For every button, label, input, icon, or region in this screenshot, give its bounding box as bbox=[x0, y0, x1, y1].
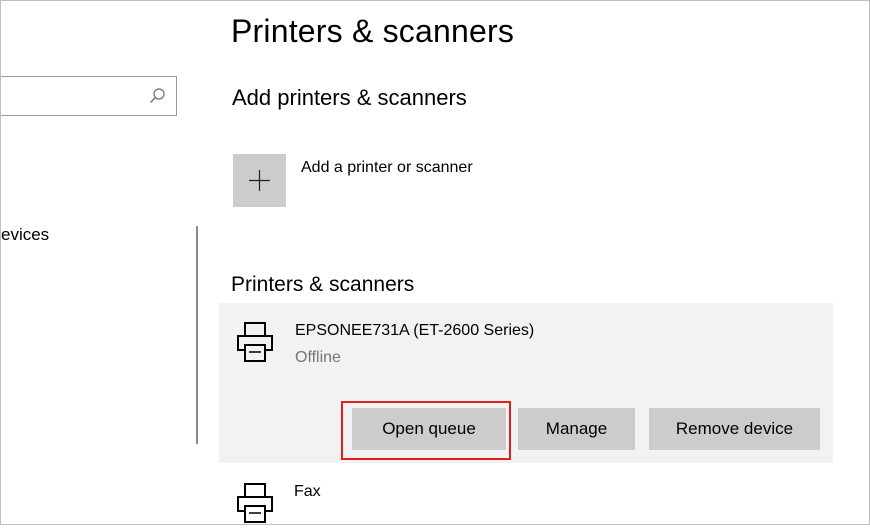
printer-icon bbox=[237, 322, 273, 369]
printer-list-title: Printers & scanners bbox=[231, 273, 415, 296]
add-printer-button[interactable] bbox=[233, 154, 286, 207]
device-status: Offline bbox=[295, 349, 341, 366]
open-queue-button[interactable]: Open queue bbox=[352, 408, 506, 450]
sidebar: evices bbox=[1, 1, 211, 524]
printer-icon[interactable] bbox=[237, 483, 273, 530]
device-name-fax[interactable]: Fax bbox=[294, 483, 321, 501]
sidebar-item-devices[interactable]: evices bbox=[1, 225, 49, 245]
plus-icon bbox=[249, 170, 270, 191]
manage-button[interactable]: Manage bbox=[518, 408, 635, 450]
add-printer-label[interactable]: Add a printer or scanner bbox=[301, 159, 473, 177]
pane-scrollbar[interactable] bbox=[196, 226, 198, 444]
remove-device-button[interactable]: Remove device bbox=[649, 408, 820, 450]
settings-window: evices Printers & scanners Add printers … bbox=[0, 0, 870, 525]
device-name: EPSONEE731A (ET-2600 Series) bbox=[295, 322, 535, 339]
page-title: Printers & scanners bbox=[231, 13, 515, 49]
search-icon[interactable] bbox=[148, 87, 166, 105]
add-section-title: Add printers & scanners bbox=[232, 85, 467, 110]
search-input[interactable] bbox=[1, 76, 177, 116]
